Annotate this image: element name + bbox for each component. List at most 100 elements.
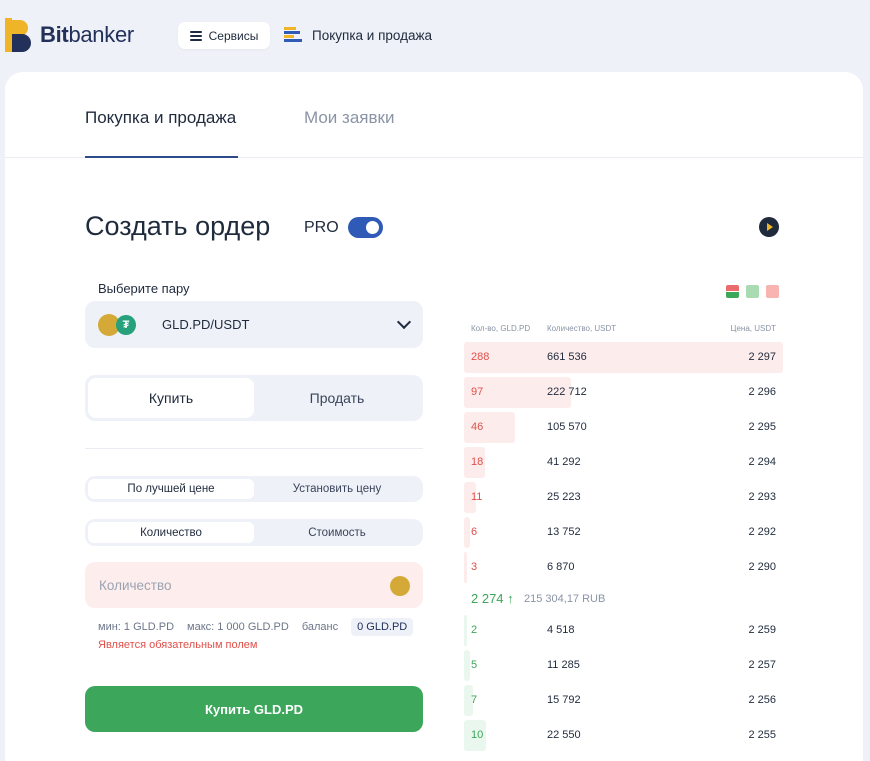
bid-qty: 5 — [471, 659, 478, 671]
tab-buy-sell[interactable]: Покупка и продажа — [85, 108, 236, 128]
quantity-placeholder: Количество — [99, 578, 172, 593]
bid-price: 2 256 — [748, 694, 776, 706]
ask-depth-bar — [464, 552, 468, 583]
mid-price: 2 274 ↑ — [471, 591, 514, 606]
ask-depth-bar — [464, 342, 783, 373]
view-sell-icon[interactable] — [766, 285, 779, 298]
bid-row[interactable]: 7 15 792 2 256 — [464, 683, 783, 718]
ask-qty: 6 — [471, 526, 478, 538]
nav-trade-label: Покупка и продажа — [312, 27, 433, 43]
play-icon[interactable] — [759, 217, 779, 237]
ask-total: 222 712 — [547, 386, 587, 398]
ask-total: 661 536 — [547, 351, 587, 363]
bid-qty: 10 — [471, 729, 484, 741]
quantity-option[interactable]: Количество — [88, 522, 254, 543]
bid-depth-bar — [464, 650, 471, 681]
quantity-input[interactable]: Количество — [85, 562, 423, 608]
sell-tab[interactable]: Продать — [254, 378, 420, 418]
bid-total: 4 518 — [547, 624, 575, 636]
side-switch: Купить Продать — [85, 375, 423, 421]
balance-value[interactable]: 0 GLD.PD — [351, 618, 414, 636]
ask-total: 25 223 — [547, 491, 581, 503]
price-mode-switch: По лучшей цене Установить цену — [85, 476, 423, 502]
ask-row[interactable]: 46 105 570 2 295 — [464, 410, 783, 445]
orderbook-header: Кол-во, GLD.PD Количество, USDT Цена, US… — [464, 316, 783, 340]
pair-select[interactable]: ₮ GLD.PD/USDT — [85, 301, 423, 348]
ask-row[interactable]: 3 6 870 2 290 — [464, 550, 783, 585]
ask-row[interactable]: 11 25 223 2 293 — [464, 480, 783, 515]
bid-total: 22 550 — [547, 729, 581, 741]
ask-total: 6 870 — [547, 561, 575, 573]
services-button[interactable]: Сервисы — [178, 22, 270, 49]
ask-total: 105 570 — [547, 421, 587, 433]
pro-toggle[interactable] — [348, 217, 383, 238]
min-limit: мин: 1 GLD.PD — [98, 621, 175, 633]
ask-price: 2 296 — [748, 386, 776, 398]
submit-buy-button[interactable]: Купить GLD.PD — [85, 686, 423, 732]
gld-coin-icon — [390, 576, 410, 596]
ask-row[interactable]: 18 41 292 2 294 — [464, 445, 783, 480]
bid-row[interactable]: 10 22 550 2 255 — [464, 718, 783, 753]
ask-depth-bar — [464, 517, 471, 548]
tab-active-indicator — [85, 156, 238, 158]
pair-label: Выберите пару — [98, 281, 190, 296]
header-qty: Кол-во, GLD.PD — [471, 324, 531, 333]
ask-price: 2 292 — [748, 526, 776, 538]
orderbook-mid: 2 274 ↑ 215 304,17 RUB — [464, 585, 783, 613]
view-buy-icon[interactable] — [746, 285, 759, 298]
buy-tab[interactable]: Купить — [88, 378, 254, 418]
ask-qty: 18 — [471, 456, 484, 468]
bid-qty: 7 — [471, 694, 478, 706]
ask-row[interactable]: 97 222 712 2 296 — [464, 375, 783, 410]
chevron-down-icon — [396, 314, 412, 330]
ask-row[interactable]: 6 13 752 2 292 — [464, 515, 783, 550]
orderbook-view-toggles — [726, 285, 779, 298]
logo-text: Bitbanker — [40, 22, 134, 47]
limits-row: мин: 1 GLD.PD макс: 1 000 GLD.PD баланс … — [98, 618, 414, 636]
ask-total: 13 752 — [547, 526, 581, 538]
ask-qty: 97 — [471, 386, 484, 398]
ask-qty: 46 — [471, 421, 484, 433]
usdt-coin-icon: ₮ — [116, 315, 136, 335]
validation-error: Является обязательным полем — [98, 639, 258, 651]
pro-label: PRO — [304, 219, 339, 236]
divider — [85, 448, 423, 449]
bid-total: 11 285 — [547, 659, 580, 671]
bid-row[interactable]: 2 4 518 2 259 — [464, 613, 783, 648]
bid-qty: 2 — [471, 624, 478, 636]
bid-total: 15 792 — [547, 694, 581, 706]
pair-coins: ₮ — [98, 314, 138, 336]
mid-price-rub: 215 304,17 RUB — [524, 593, 606, 605]
tab-my-orders[interactable]: Мои заявки — [304, 108, 394, 128]
pair-value: GLD.PD/USDT — [162, 317, 250, 332]
ask-price: 2 294 — [748, 456, 776, 468]
ask-price: 2 293 — [748, 491, 776, 503]
view-both-icon[interactable] — [726, 285, 739, 298]
ask-total: 41 292 — [547, 456, 581, 468]
header-total: Количество, USDT — [547, 324, 617, 333]
ask-qty: 288 — [471, 351, 490, 363]
ask-qty: 3 — [471, 561, 478, 573]
bid-depth-bar — [464, 615, 468, 646]
services-label: Сервисы — [208, 28, 259, 43]
nav-trade-link[interactable]: Покупка и продажа — [284, 26, 432, 44]
bitbanker-logo-icon — [5, 18, 31, 52]
amount-mode-switch: Количество Стоимость — [85, 519, 423, 546]
tabs: Покупка и продажа Мои заявки — [5, 72, 863, 158]
ask-price: 2 295 — [748, 421, 776, 433]
orderbook-icon — [284, 27, 302, 42]
best-price-option[interactable]: По лучшей цене — [88, 479, 254, 499]
bid-row[interactable]: 5 11 285 2 257 — [464, 648, 783, 683]
orderbook: Кол-во, GLD.PD Количество, USDT Цена, US… — [464, 316, 783, 753]
ask-price: 2 297 — [748, 351, 776, 363]
max-limit: макс: 1 000 GLD.PD — [187, 621, 289, 633]
cost-option[interactable]: Стоимость — [254, 522, 420, 543]
ask-qty: 11 — [471, 491, 483, 503]
menu-icon — [189, 30, 202, 41]
bid-price: 2 255 — [748, 729, 776, 741]
ask-row[interactable]: 288 661 536 2 297 — [464, 340, 783, 375]
set-price-option[interactable]: Установить цену — [254, 479, 420, 499]
logo[interactable]: Bitbanker — [4, 18, 134, 52]
bid-price: 2 259 — [748, 624, 776, 636]
ask-price: 2 290 — [748, 561, 776, 573]
